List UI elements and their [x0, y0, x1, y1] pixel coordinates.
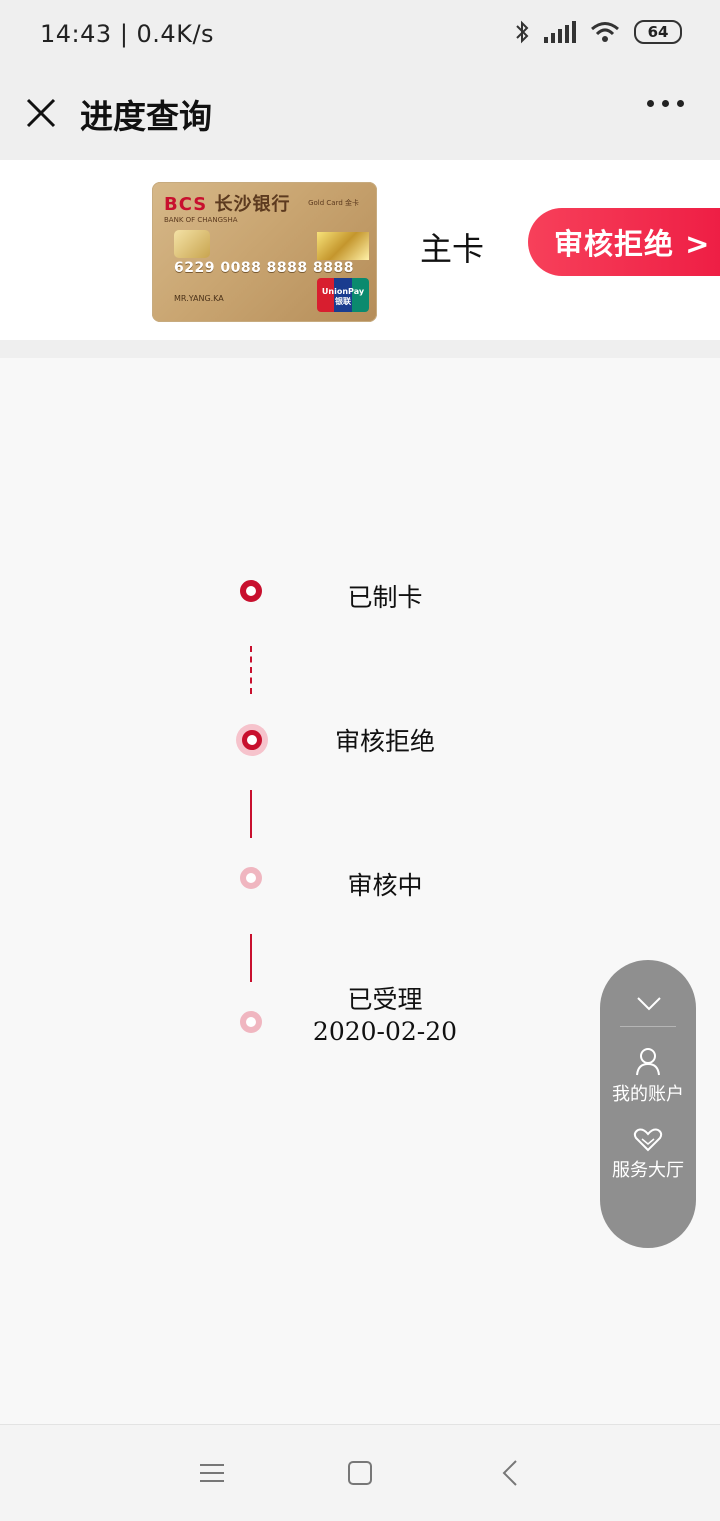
- more-icon[interactable]: [647, 100, 684, 107]
- timeline-dot-accepted: [240, 1011, 262, 1033]
- card-holder: MR.YANG.KA: [174, 294, 224, 303]
- wifi-icon: [591, 22, 619, 42]
- credit-card-image: BCS 长沙银行 BANK OF CHANGSHA Gold Card 金卡 6…: [152, 182, 377, 322]
- signal-icon: [544, 21, 576, 43]
- heart-icon: [633, 1128, 663, 1152]
- timeline-label-accepted: 已受理 2020-02-20: [300, 984, 470, 1048]
- service-hall-label: 服务大厅: [612, 1160, 684, 1181]
- status-icons: 64: [514, 20, 682, 44]
- timeline-accepted-date: 2020-02-20: [312, 1017, 458, 1046]
- timeline-accepted-text: 已受理: [347, 985, 423, 1014]
- unionpay-label: UnionPay 银联: [321, 287, 365, 306]
- timeline-dot-rejected: [242, 730, 262, 750]
- status-time: 14:43: [40, 20, 112, 48]
- card-summary: BCS 长沙银行 BANK OF CHANGSHA Gold Card 金卡 6…: [0, 160, 720, 340]
- status-bar: 14:43 | 0.4K/s 64: [0, 0, 720, 70]
- bank-english-name: BANK OF CHANGSHA: [164, 216, 238, 224]
- chip-icon: [174, 230, 210, 258]
- card-level: Gold Card 金卡: [308, 199, 359, 207]
- status-time-speed: 14:43 | 0.4K/s: [40, 20, 214, 48]
- user-icon: [636, 1048, 660, 1076]
- timeline-label-reviewing: 审核中: [347, 871, 423, 900]
- menu-icon[interactable]: [198, 1459, 226, 1487]
- my-account-label: 我的账户: [612, 1084, 684, 1105]
- system-nav-bar: [0, 1424, 720, 1521]
- bank-code: BCS: [164, 194, 208, 215]
- page-title: 进度查询: [80, 97, 212, 136]
- service-hall-button[interactable]: 服务大厅: [600, 1128, 696, 1182]
- back-icon[interactable]: [498, 1459, 526, 1487]
- bank-logo: BCS 长沙银行: [164, 190, 291, 216]
- menu-divider: [620, 1026, 676, 1027]
- timeline-dot-reviewing: [240, 867, 262, 889]
- home-icon[interactable]: [346, 1459, 374, 1487]
- timeline-label-made: 已制卡: [347, 583, 423, 612]
- hologram-icon: [317, 232, 369, 260]
- floating-service-menu: 我的账户 服务大厅: [600, 960, 696, 1248]
- bluetooth-icon: [516, 20, 529, 44]
- timeline-connector: [250, 646, 252, 694]
- bank-name: 长沙银行: [214, 194, 291, 215]
- battery-icon: 64: [634, 20, 682, 44]
- timeline-connector: [250, 790, 252, 838]
- app-header: 进度查询: [0, 70, 720, 160]
- timeline-label-rejected: 审核拒绝: [334, 727, 435, 756]
- network-speed: 0.4K/s: [136, 20, 215, 48]
- section-divider: [0, 340, 720, 358]
- unionpay-logo: UnionPay 银联: [317, 278, 369, 312]
- my-account-button[interactable]: 我的账户: [600, 1046, 696, 1106]
- timeline-connector: [250, 934, 252, 982]
- battery-level: 64: [647, 23, 669, 41]
- application-status-button[interactable]: 审核拒绝 >: [528, 208, 720, 276]
- timeline-dot-made: [240, 580, 262, 602]
- status-separator: |: [119, 20, 137, 48]
- chevron-down-icon[interactable]: [636, 990, 662, 1016]
- card-type-label: 主卡: [420, 230, 485, 268]
- close-icon[interactable]: [22, 94, 60, 132]
- card-number: 6229 0088 8888 8888: [174, 260, 354, 276]
